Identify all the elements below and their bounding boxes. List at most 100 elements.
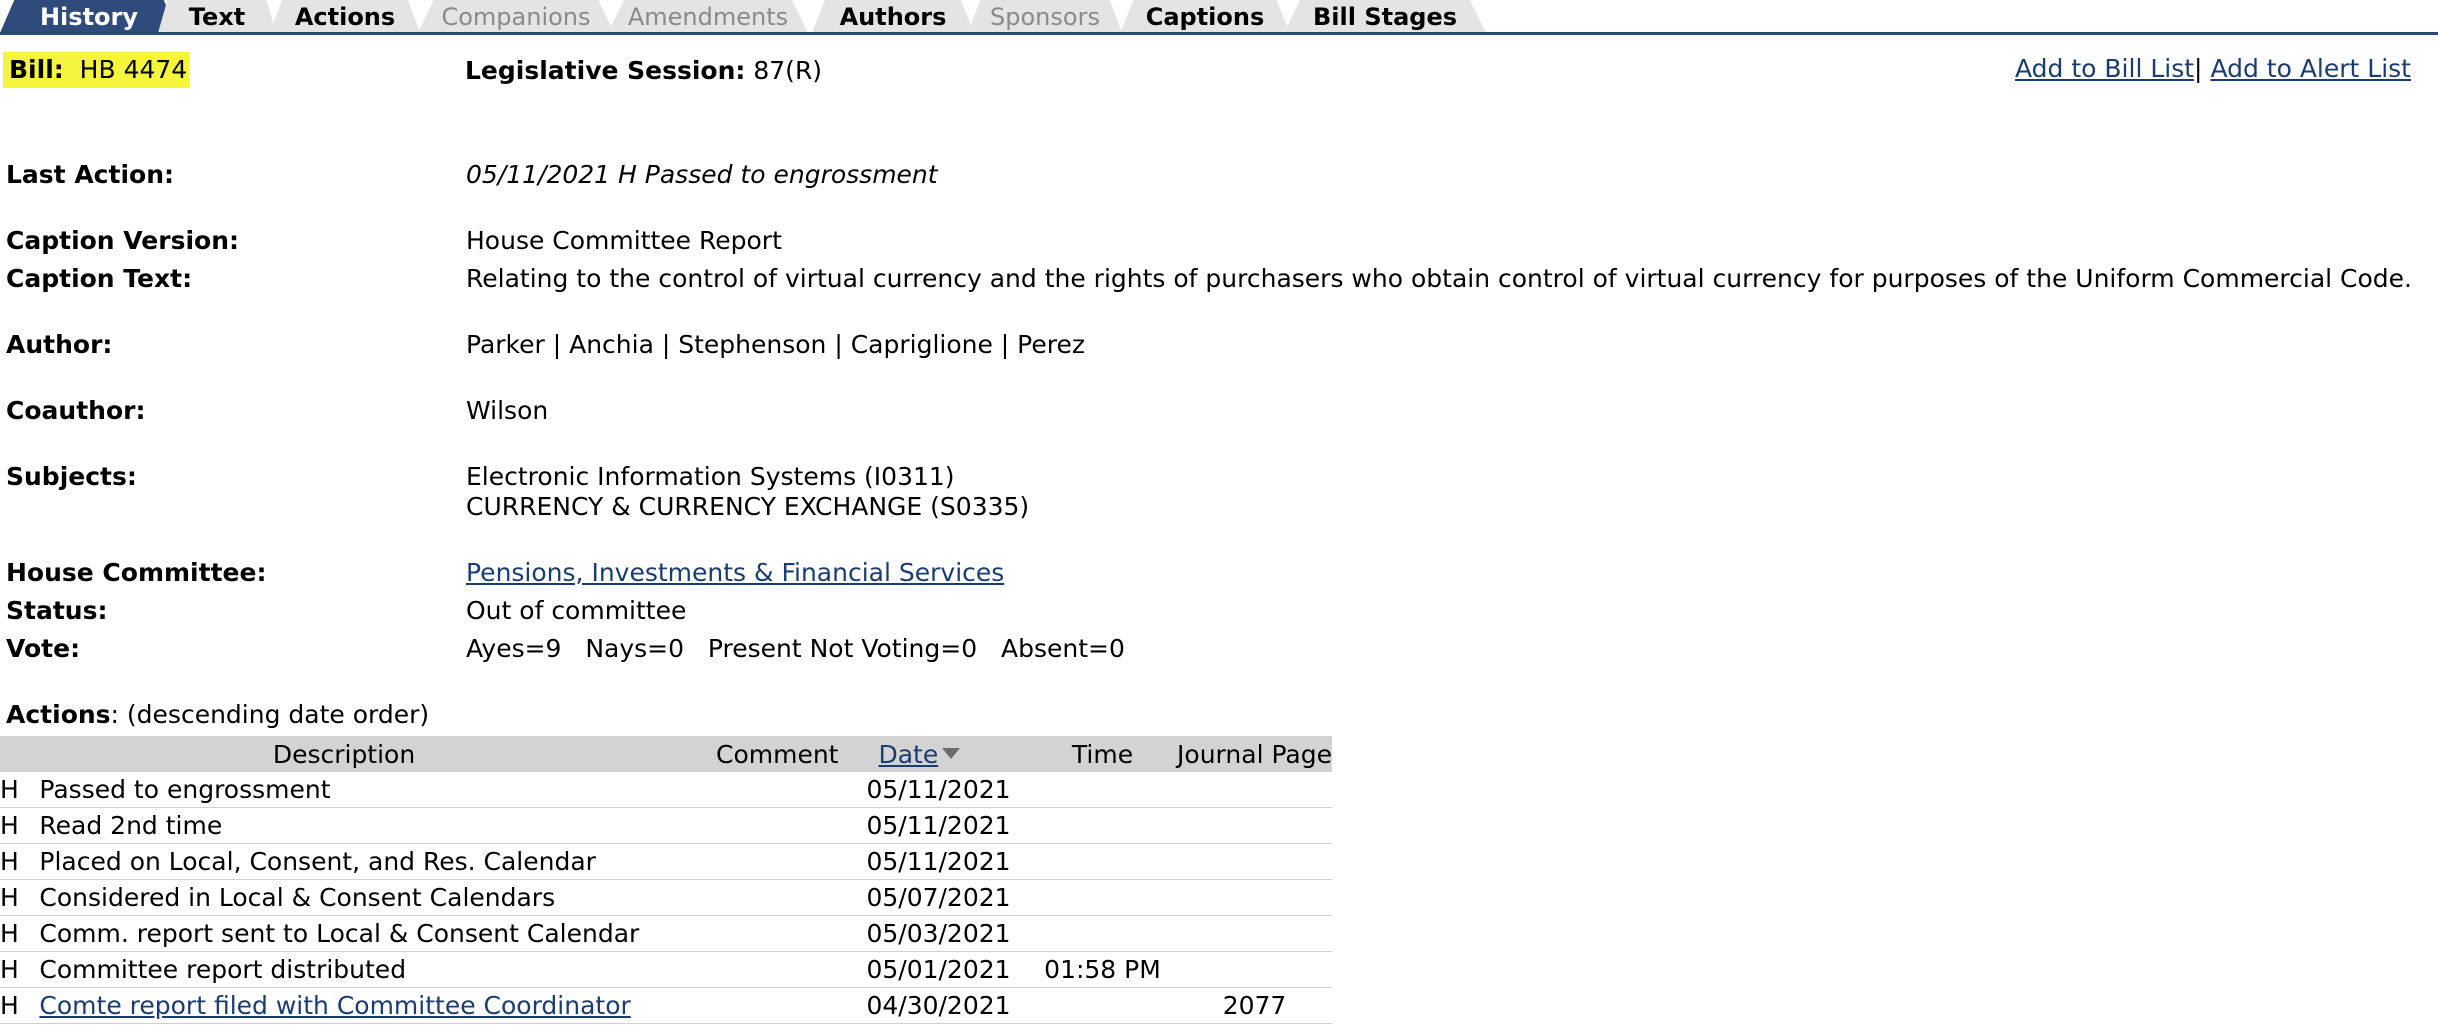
tab-sponsors[interactable]: Sponsors xyxy=(968,0,1122,33)
tab-bar-underline xyxy=(0,32,2438,35)
actions-title: Actions xyxy=(6,700,111,729)
subject-item: CURRENCY & CURRENCY EXCHANGE (S0335) xyxy=(466,492,1030,521)
table-row: H Considered in Local & Consent Calendars… xyxy=(0,879,1332,916)
action-time xyxy=(1027,987,1178,1024)
bill-number: HB 4474 xyxy=(79,55,188,84)
action-description: Passed to engrossment xyxy=(39,775,331,804)
status-value: Out of committee xyxy=(466,596,687,625)
tab-label: Companions xyxy=(441,3,591,31)
action-date: 05/11/2021 xyxy=(866,843,1028,880)
tab-actions[interactable]: Actions xyxy=(270,0,420,33)
action-time xyxy=(1027,772,1178,808)
subjects-label: Subjects: xyxy=(6,462,137,491)
vote-nays: Nays=0 xyxy=(585,634,685,663)
action-description-cell: Placed on Local, Consent, and Res. Calen… xyxy=(39,843,689,880)
action-chamber: H xyxy=(0,987,40,1024)
action-description-cell: Considered in Local & Consent Calendars xyxy=(39,879,689,916)
vote-absent: Absent=0 xyxy=(1000,634,1125,663)
table-row: H Placed on Local, Consent, and Res. Cale… xyxy=(0,843,1332,880)
session-value: 87(R) xyxy=(753,56,823,85)
bill-badge: Bill: HB 4474 xyxy=(3,52,189,88)
caption-version-label: Caption Version: xyxy=(6,226,239,255)
action-description: Comm. report sent to Local & Consent Cal… xyxy=(39,919,640,948)
caption-version-value: House Committee Report xyxy=(466,226,782,255)
action-journal-page xyxy=(1177,915,1332,952)
action-date: 05/11/2021 xyxy=(866,807,1028,844)
legislative-session: Legislative Session: 87(R) xyxy=(465,54,822,88)
vote-value: Ayes=9 Nays=0 Present Not Voting=0 Absen… xyxy=(466,632,1125,666)
action-description-cell: Read 2nd time xyxy=(39,807,689,844)
date-sort-link[interactable]: Date xyxy=(878,740,938,769)
tab-label: Authors xyxy=(839,3,947,31)
col-date[interactable]: Date xyxy=(866,736,1028,772)
action-description: Committee report distributed xyxy=(39,955,407,984)
action-chamber: H xyxy=(0,879,40,916)
action-date: 05/07/2021 xyxy=(866,879,1028,916)
action-chamber: H xyxy=(0,843,40,880)
col-journal-page: Journal Page xyxy=(1177,736,1332,772)
action-journal-page xyxy=(1177,772,1332,808)
action-date: 05/01/2021 xyxy=(866,951,1028,988)
action-time xyxy=(1027,915,1178,952)
status-label: Status: xyxy=(6,596,108,625)
action-time: 01:58 PM xyxy=(1027,951,1178,988)
tab-captions[interactable]: Captions xyxy=(1120,0,1290,33)
last-action-label: Last Action: xyxy=(6,160,174,189)
coauthor-label: Coauthor: xyxy=(6,396,146,425)
house-committee-link[interactable]: Pensions, Investments & Financial Servic… xyxy=(466,558,1004,587)
table-row: H Committee report distributed 05/01/2021 0… xyxy=(0,951,1332,988)
action-journal-page xyxy=(1177,807,1332,844)
action-comment xyxy=(688,772,867,808)
sort-down-icon[interactable] xyxy=(942,747,961,759)
action-comment xyxy=(688,807,867,844)
action-time xyxy=(1027,843,1178,880)
tab-companions[interactable]: Companions xyxy=(418,0,614,33)
tab-text[interactable]: Text xyxy=(158,0,276,33)
session-label: Legislative Session: xyxy=(465,56,746,85)
last-action-value: 05/11/2021 H Passed to engrossment xyxy=(466,160,938,189)
action-description-link[interactable]: Comte report filed with Committee Coordi… xyxy=(39,991,630,1020)
action-comment xyxy=(688,843,867,880)
action-date: 05/11/2021 xyxy=(866,772,1028,808)
action-time xyxy=(1027,807,1178,844)
col-description: Description xyxy=(0,736,689,772)
table-row: H Comm. report sent to Local & Consent Ca… xyxy=(0,915,1332,952)
list-links: Add to Bill List| Add to Alert List xyxy=(2015,52,2411,86)
tab-label: Captions xyxy=(1145,3,1265,31)
tab-bill-stages[interactable]: Bill Stages xyxy=(1284,0,1486,33)
tab-label: Amendments xyxy=(627,3,789,31)
action-comment xyxy=(688,987,867,1024)
action-description-cell: Passed to engrossment xyxy=(39,772,689,808)
table-header-row: Description Comment Date Time Journal Pa… xyxy=(0,736,1332,772)
action-time xyxy=(1027,879,1178,916)
tab-label: Text xyxy=(188,3,246,31)
add-to-bill-list-link[interactable]: Add to Bill List xyxy=(2015,54,2194,83)
tab-history[interactable]: History xyxy=(0,0,178,33)
action-description-cell[interactable]: Comte report filed with Committee Coordi… xyxy=(39,987,689,1024)
tab-label: Bill Stages xyxy=(1312,3,1458,31)
actions-subtitle: : (descending date order) xyxy=(110,700,430,729)
col-comment: Comment xyxy=(688,736,867,772)
table-row: H Comte report filed with Committee Coord… xyxy=(0,987,1332,1024)
tab-label: History xyxy=(39,3,139,31)
action-comment xyxy=(688,915,867,952)
action-comment xyxy=(688,879,867,916)
action-date: 05/03/2021 xyxy=(866,915,1028,952)
add-to-alert-list-link[interactable]: Add to Alert List xyxy=(2210,54,2411,83)
actions-heading: Actions: (descending date order) xyxy=(6,698,429,732)
tab-amendments[interactable]: Amendments xyxy=(608,0,808,33)
vote-ayes: Ayes=9 xyxy=(466,634,562,663)
house-committee-value: Pensions, Investments & Financial Servic… xyxy=(466,556,1004,590)
caption-text-label: Caption Text: xyxy=(6,264,193,293)
action-chamber: H xyxy=(0,915,40,952)
action-description: Read 2nd time xyxy=(39,811,223,840)
table-row: H Read 2nd time 05/11/2021 xyxy=(0,807,1332,844)
caption-text-value: Relating to the control of virtual curre… xyxy=(466,264,2413,293)
link-separator: | xyxy=(2194,54,2203,83)
tab-label: Actions xyxy=(294,3,396,31)
vote-present-not-voting: Present Not Voting=0 xyxy=(707,634,978,663)
action-description-cell: Comm. report sent to Local & Consent Cal… xyxy=(39,915,689,952)
tab-authors[interactable]: Authors xyxy=(812,0,974,33)
author-label: Author: xyxy=(6,330,113,359)
tab-bar: History Text Actions Companions Amendmen… xyxy=(0,0,2438,36)
